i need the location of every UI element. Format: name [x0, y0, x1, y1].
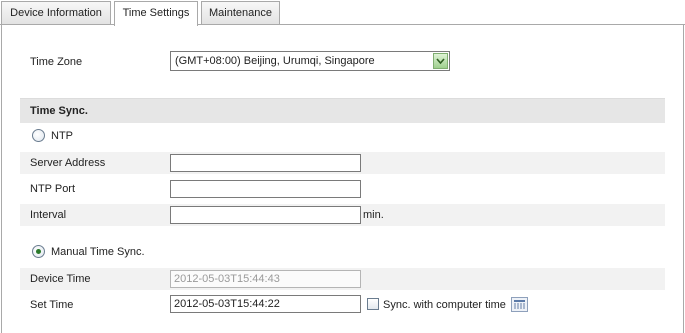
ntp-port-input[interactable]	[170, 180, 361, 198]
sync-with-computer-label: Sync. with computer time	[383, 299, 506, 311]
manual-time-sync-radio[interactable]	[32, 245, 45, 258]
tab-time-settings[interactable]: Time Settings	[114, 1, 198, 26]
sync-with-computer-checkbox[interactable]	[367, 298, 379, 310]
ntp-radio-label: NTP	[51, 130, 73, 142]
calendar-icon[interactable]	[511, 297, 528, 312]
device-time-field	[170, 270, 361, 288]
set-time-label: Set Time	[30, 299, 74, 311]
server-address-label: Server Address	[30, 157, 106, 169]
interval-label: Interval	[30, 209, 67, 221]
device-time-label: Device Time	[30, 273, 91, 285]
interval-unit: min.	[363, 209, 384, 221]
tab-maintenance[interactable]: Maintenance	[201, 1, 280, 25]
manual-time-sync-label: Manual Time Sync.	[51, 246, 145, 258]
chevron-down-icon[interactable]	[433, 53, 448, 69]
set-time-control	[170, 295, 528, 314]
time-zone-select[interactable]: (GMT+08:00) Beijing, Urumqi, Singapore	[170, 51, 450, 71]
tab-divider	[0, 24, 685, 25]
tab-device-information[interactable]: Device Information	[1, 1, 111, 25]
section-title: Time Sync.	[30, 105, 88, 117]
set-time-input[interactable]	[170, 295, 361, 313]
interval-input[interactable]	[170, 206, 361, 224]
server-address-input[interactable]	[170, 154, 361, 172]
ntp-radio[interactable]	[32, 129, 45, 142]
time-zone-value: (GMT+08:00) Beijing, Urumqi, Singapore	[175, 55, 375, 67]
time-zone-label: Time Zone	[30, 56, 83, 68]
tab-bar: Device Information Time Settings Mainten…	[0, 0, 685, 26]
ntp-port-label: NTP Port	[30, 183, 76, 195]
time-sync-section-header: Time Sync.	[20, 98, 665, 123]
